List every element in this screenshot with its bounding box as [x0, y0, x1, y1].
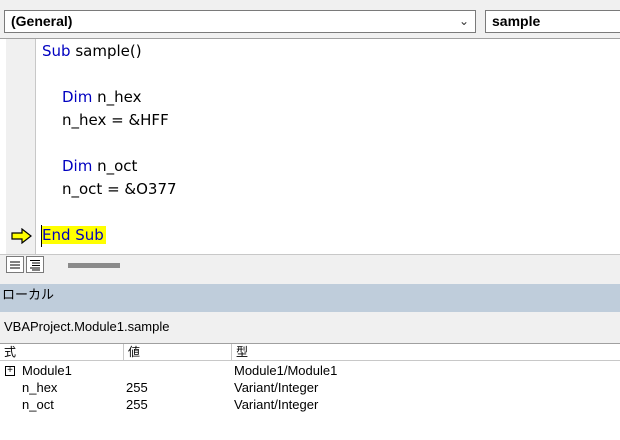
locals-window-title: ローカル [0, 284, 620, 312]
execution-point-arrow-icon [11, 228, 32, 244]
object-dropdown-value: (General) [11, 13, 73, 29]
locals-grid[interactable]: 式 値 型 + Module1 Module1/Module1 n_hex 25… [0, 343, 620, 440]
code-text: sample() [70, 42, 142, 60]
cell-expression: n_hex [22, 380, 58, 395]
cell-expression: Module1 [22, 363, 72, 378]
procedure-view-button[interactable] [6, 256, 24, 273]
cell-type: Variant/Integer [234, 380, 319, 395]
code-line-end-sub[interactable]: End Sub [42, 225, 106, 245]
procedure-view-icon [10, 261, 20, 269]
current-statement-highlight: End Sub [42, 226, 106, 244]
column-header-type[interactable]: 型 [232, 344, 620, 361]
column-header-value[interactable]: 値 [124, 344, 232, 361]
code-line-assign-oct[interactable]: n_oct = &O377 [62, 179, 177, 199]
code-line-dim-oct[interactable]: Dim n_oct [62, 156, 137, 176]
cell-value[interactable]: 255 [126, 379, 148, 396]
locals-grid-header: 式 値 型 [0, 344, 620, 361]
cell-type: Variant/Integer [234, 397, 319, 412]
code-window-toolbar: (General) ⌄ sample [0, 0, 620, 38]
keyword: Dim [62, 88, 93, 106]
code-line-dim-hex[interactable]: Dim n_hex [62, 87, 141, 107]
table-row[interactable]: + Module1 Module1/Module1 [0, 362, 620, 379]
code-text: n_oct [92, 157, 138, 175]
keyword: Dim [62, 157, 93, 175]
object-dropdown[interactable]: (General) ⌄ [4, 10, 476, 33]
keyword: Sub [42, 42, 71, 60]
table-row[interactable]: n_oct 255 Variant/Integer [0, 396, 620, 413]
procedure-dropdown-value: sample [492, 13, 541, 29]
full-module-view-icon [30, 260, 40, 271]
procedure-dropdown[interactable]: sample [485, 10, 620, 33]
code-text: n_hex [92, 88, 142, 106]
code-editor[interactable]: Sub sample() Dim n_hex n_hex = &HFF Dim … [0, 38, 620, 255]
full-module-view-button[interactable] [26, 256, 44, 273]
margin-indicator-bar[interactable] [6, 39, 36, 255]
text-caret [41, 225, 42, 247]
horizontal-scrollbar-thumb[interactable] [68, 263, 120, 268]
cell-type: Module1/Module1 [234, 363, 338, 378]
table-row[interactable]: n_hex 255 Variant/Integer [0, 379, 620, 396]
chevron-down-icon[interactable]: ⌄ [459, 11, 469, 32]
code-line-sub[interactable]: Sub sample() [42, 41, 142, 61]
code-view-bar [0, 254, 620, 274]
column-header-expression[interactable]: 式 [0, 344, 124, 361]
cell-value[interactable]: 255 [126, 396, 148, 413]
cell-expression: n_oct [22, 397, 54, 412]
expand-plus-icon[interactable]: + [5, 366, 15, 376]
code-line-assign-hex[interactable]: n_hex = &HFF [62, 110, 169, 130]
locals-context-path[interactable]: VBAProject.Module1.sample [0, 312, 620, 342]
